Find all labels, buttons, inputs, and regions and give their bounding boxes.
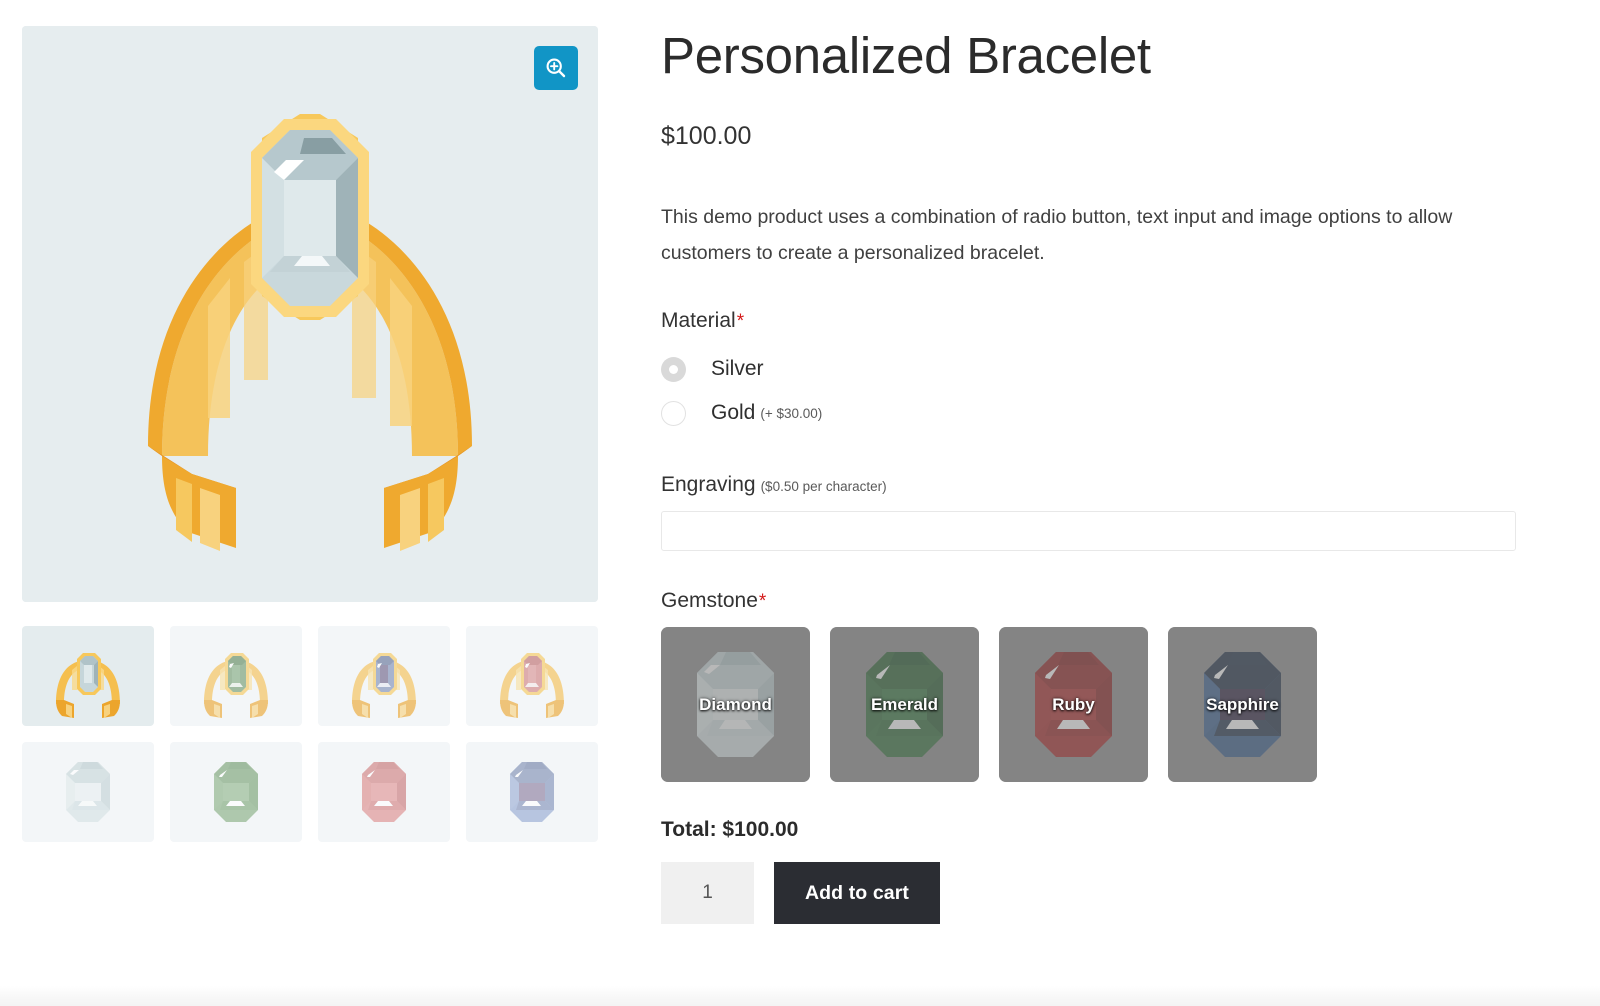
- material-option-gold-label: Gold: [711, 401, 756, 425]
- thumbnail-gem-diamond[interactable]: [22, 742, 154, 842]
- material-label-text: Material: [661, 309, 736, 333]
- swatch-dim-overlay: [999, 627, 1148, 783]
- radio-selected-icon[interactable]: [661, 356, 686, 382]
- thumbnail-gem-ruby[interactable]: [318, 742, 450, 842]
- material-field: Material* Silver Gold (+ $30.00): [661, 309, 1521, 435]
- product-gallery: [22, 26, 598, 842]
- swatch-dim-overlay: [661, 627, 810, 783]
- gemstone-field: Gemstone* Diamond Emerald Ruby Sapphire: [661, 589, 1521, 783]
- gem-emerald-thumb-icon: [214, 762, 258, 822]
- gemstone-label: Gemstone*: [661, 589, 1521, 613]
- engraving-note: ($0.50 per character): [760, 479, 887, 495]
- material-option-gold-note: (+ $30.00): [760, 405, 823, 421]
- material-label: Material*: [661, 309, 1521, 333]
- material-option-silver-label: Silver: [711, 357, 764, 381]
- cart-controls: Add to cart: [661, 862, 1521, 925]
- swatch-dim-overlay: [1168, 627, 1317, 783]
- swatch-dim-overlay: [830, 627, 979, 783]
- product-price: $100.00: [661, 122, 752, 151]
- gemstone-option-diamond[interactable]: Diamond: [661, 627, 810, 783]
- magnifier-plus-icon: [546, 58, 566, 78]
- thumbnail-bracelet-emerald[interactable]: [170, 626, 302, 726]
- required-marker: *: [736, 311, 745, 333]
- gem-diamond-thumb-icon: [66, 762, 110, 822]
- main-product-image[interactable]: [22, 26, 598, 602]
- product-page: Personalized Bracelet $100.00 This demo …: [0, 0, 1600, 1006]
- thumbnail-bracelet-diamond[interactable]: [22, 626, 154, 726]
- gemstone-label-text: Gemstone: [661, 589, 758, 613]
- engraving-input[interactable]: [661, 511, 1516, 552]
- total-price: Total: $100.00: [661, 818, 799, 842]
- bracelet-diamond-thumb-icon: [56, 653, 120, 718]
- required-marker: *: [758, 591, 767, 613]
- bracelet-sapphire-thumb-icon: [352, 653, 416, 718]
- bracelet-ruby-thumb-icon: [500, 653, 564, 718]
- zoom-image-button[interactable]: [534, 46, 578, 90]
- bracelet-emerald-thumb-icon: [204, 653, 268, 718]
- product-description: This demo product uses a combination of …: [661, 206, 1453, 265]
- page-title: Personalized Bracelet: [661, 27, 1151, 84]
- quantity-input[interactable]: [661, 862, 754, 925]
- thumbnail-bracelet-ruby[interactable]: [466, 626, 598, 726]
- gemstone-swatch-group: Diamond Emerald Ruby Sapphire: [661, 627, 1521, 783]
- page-bottom-band: [0, 986, 1600, 1006]
- thumbnail-gem-emerald[interactable]: [170, 742, 302, 842]
- add-to-cart-button[interactable]: Add to cart: [774, 862, 940, 925]
- thumbnail-gem-sapphire[interactable]: [466, 742, 598, 842]
- engraving-label-text: Engraving: [661, 473, 756, 497]
- gemstone-option-sapphire[interactable]: Sapphire: [1168, 627, 1317, 783]
- engraving-field: Engraving ($0.50 per character): [661, 473, 1521, 552]
- engraving-label: Engraving ($0.50 per character): [661, 473, 1521, 497]
- thumbnail-bracelet-sapphire[interactable]: [318, 626, 450, 726]
- material-radio-group: Silver Gold (+ $30.00): [661, 347, 1521, 435]
- gemstone-option-ruby[interactable]: Ruby: [999, 627, 1148, 783]
- bracelet-diamond-illustration: [22, 26, 598, 602]
- radio-unselected-icon[interactable]: [661, 400, 686, 426]
- gemstone-option-emerald[interactable]: Emerald: [830, 627, 979, 783]
- gem-ruby-thumb-icon: [362, 762, 406, 822]
- material-option-silver[interactable]: Silver: [661, 347, 1521, 391]
- material-option-gold[interactable]: Gold (+ $30.00): [661, 391, 1521, 435]
- product-summary: Personalized Bracelet $100.00 This demo …: [661, 26, 1521, 925]
- gem-sapphire-thumb-icon: [510, 762, 554, 822]
- thumbnail-grid: [22, 626, 598, 842]
